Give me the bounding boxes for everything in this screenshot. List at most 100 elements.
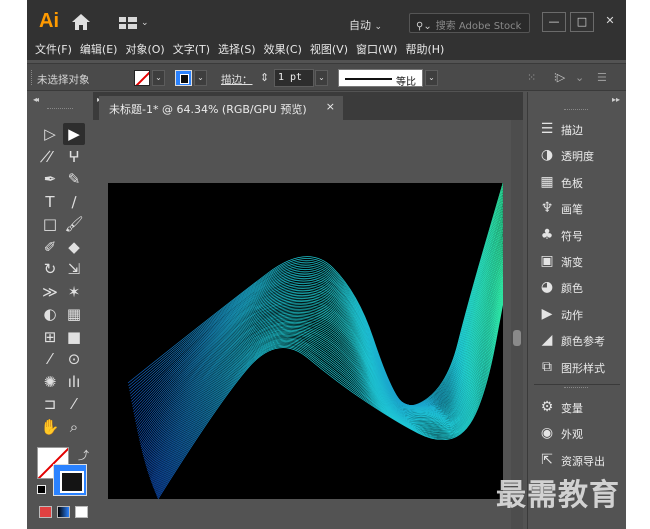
dock-grip[interactable] — [564, 109, 588, 110]
fill-dropdown[interactable]: ⌄ — [152, 70, 165, 86]
panel-item-brushes[interactable]: ♆ 画笔 — [536, 197, 626, 219]
panel-item-actions[interactable]: ▶ 动作 — [536, 303, 626, 325]
transform-icon[interactable]: ⫶▷ — [554, 71, 565, 85]
panel-item-gradient[interactable]: ▣ 渐变 — [536, 250, 626, 272]
menu-object[interactable]: 对象(O) — [125, 40, 164, 60]
shape-builder-tool[interactable]: ◐ — [39, 303, 61, 325]
puppet-warp-tool[interactable]: ✶ — [63, 281, 85, 303]
fill-color-swatch[interactable] — [134, 70, 150, 86]
puppet-warp-icon: ✶ — [67, 282, 81, 301]
workspace-switcher[interactable]: 自动 ⌄ — [349, 17, 382, 33]
panel-item-stroke[interactable]: ☰ 描边 — [536, 118, 626, 140]
panel-item-graphic-styles[interactable]: ⧉ 图形样式 — [536, 356, 626, 378]
gradient-mode-icon[interactable] — [57, 506, 70, 518]
app-logo: Ai — [39, 10, 59, 32]
collapse-dock-icon[interactable]: ▸▸ — [612, 95, 620, 104]
minimize-button[interactable]: — — [542, 12, 566, 32]
minimize-icon: — — [548, 15, 560, 28]
width-tool[interactable]: ≫ — [39, 281, 61, 303]
artboard-tool[interactable]: ⊐ — [39, 393, 61, 415]
arrange-documents-button[interactable]: ⌄ — [119, 15, 155, 31]
panel-item-label: 色板 — [561, 176, 583, 190]
eraser-tool[interactable]: ◆ — [63, 236, 85, 258]
swap-fill-stroke-icon[interactable]: ⤴ — [78, 447, 89, 463]
menu-edit[interactable]: 编辑(E) — [80, 40, 118, 60]
home-icon[interactable] — [71, 13, 91, 31]
menu-help[interactable]: 帮助(H) — [405, 40, 444, 60]
stroke-weight-dropdown[interactable]: ⌄ — [315, 70, 328, 86]
color-mode-icon[interactable] — [39, 506, 52, 518]
zoom-tool[interactable]: ⌕ — [63, 416, 85, 438]
column-graph-tool[interactable]: ılı — [63, 371, 85, 393]
stroke-box[interactable] — [53, 464, 87, 496]
artboard[interactable] — [108, 183, 503, 499]
stroke-weight-stepper[interactable]: ⇕ — [260, 71, 269, 84]
vertical-scrollbar[interactable] — [511, 120, 523, 529]
document-tab[interactable]: 未标题-1* @ 64.34% (RGB/GPU 预览) × — [99, 96, 343, 120]
chevron-down-icon[interactable]: ⌄ — [575, 71, 584, 84]
menu-select[interactable]: 选择(S) — [218, 40, 256, 60]
perspective-grid-tool[interactable]: ▦ — [63, 303, 85, 325]
blend-wave-artwork[interactable] — [108, 183, 503, 499]
chevron-down-icon: ⌄ — [155, 73, 162, 82]
stroke-weight-input[interactable]: 1 pt — [274, 69, 314, 87]
menu-file[interactable]: 文件(F) — [35, 40, 72, 60]
profile-dropdown[interactable]: ⌄ — [425, 70, 438, 86]
menu-view[interactable]: 视图(V) — [310, 40, 348, 60]
panel-item-swatches[interactable]: ▦ 色板 — [536, 171, 626, 193]
panel-item-color-guide[interactable]: ◢ 颜色参考 — [536, 329, 626, 351]
paintbrush-tool[interactable]: 🖌 — [63, 213, 85, 235]
selection-tool[interactable]: ▷ — [39, 123, 61, 145]
magic-wand-tool[interactable]: ⁄̸ — [39, 146, 61, 168]
stock-search-input[interactable]: ⚲⌄ 搜索 Adobe Stock — [409, 13, 530, 33]
gradient-tool[interactable]: ■ — [63, 326, 85, 348]
stroke-color-dropdown[interactable]: ⌄ — [194, 70, 207, 86]
canvas-area[interactable] — [93, 120, 523, 529]
scale-tool[interactable]: ⇲ — [63, 258, 85, 280]
shaper-tool[interactable]: ✐ — [39, 236, 61, 258]
panel-item-transparency[interactable]: ◑ 透明度 — [536, 144, 626, 166]
close-document-icon[interactable]: × — [326, 100, 335, 113]
blend-tool[interactable]: ⊙ — [63, 348, 85, 370]
panel-item-asset-export[interactable]: ⇱ 资源导出 — [536, 449, 626, 471]
close-window-button[interactable]: ✕ — [598, 12, 622, 32]
line-segment-tool[interactable]: ∕ — [63, 191, 85, 213]
panel-item-variables[interactable]: ⚙ 变量 — [536, 396, 626, 418]
type-tool[interactable]: T — [39, 191, 61, 213]
rectangle-tool[interactable]: □ — [39, 213, 61, 235]
stroke-color-swatch[interactable] — [175, 70, 192, 86]
menu-type[interactable]: 文字(T) — [173, 40, 210, 60]
maximize-button[interactable]: □ — [570, 12, 594, 32]
align-grid-icon[interactable]: ⁙ — [527, 71, 536, 84]
panel-group-divider[interactable] — [534, 384, 620, 392]
document-tab-title: 未标题-1* @ 64.34% (RGB/GPU 预览) — [109, 103, 307, 116]
symbol-sprayer-tool[interactable]: ✺ — [39, 371, 61, 393]
hand-tool[interactable]: ✋ — [39, 416, 61, 438]
none-mode-icon[interactable] — [75, 506, 88, 518]
variable-width-profile[interactable]: 等比 — [338, 69, 423, 88]
direct-selection-tool[interactable]: ▶ — [63, 123, 85, 145]
blend-line — [133, 215, 503, 415]
rectangle-icon: □ — [42, 215, 58, 233]
panel-item-appearance[interactable]: ◉ 外观 — [536, 422, 626, 444]
panel-item-symbols[interactable]: ♣ 符号 — [536, 224, 626, 246]
curvature-tool[interactable]: ✎ — [63, 168, 85, 190]
blend-line — [128, 185, 503, 406]
toolbar-grip[interactable] — [47, 108, 73, 110]
rotate-tool[interactable]: ↻ — [39, 258, 61, 280]
scrollbar-thumb[interactable] — [513, 330, 521, 346]
collapse-panel-icon[interactable]: ◂◂ — [33, 95, 39, 104]
menu-effect[interactable]: 效果(C) — [264, 40, 302, 60]
menu-window[interactable]: 窗口(W) — [356, 40, 397, 60]
pen-tool[interactable]: ✒ — [39, 168, 61, 190]
control-bar-menu-icon[interactable]: ☰ — [597, 71, 607, 84]
control-bar-grip[interactable] — [31, 70, 33, 85]
stroke-panel-link[interactable]: 描边： — [221, 72, 253, 87]
eyedropper-tool[interactable]: ⁄ — [39, 348, 61, 370]
mesh-tool[interactable]: ⊞ — [39, 326, 61, 348]
default-fill-stroke-icon[interactable] — [37, 485, 46, 494]
lasso-tool[interactable]: ⵖ — [63, 146, 85, 168]
panel-item-color[interactable]: ◕ 颜色 — [536, 276, 626, 298]
brushes-icon: ♆ — [540, 200, 554, 217]
slice-tool[interactable]: ⁄ — [63, 393, 85, 415]
